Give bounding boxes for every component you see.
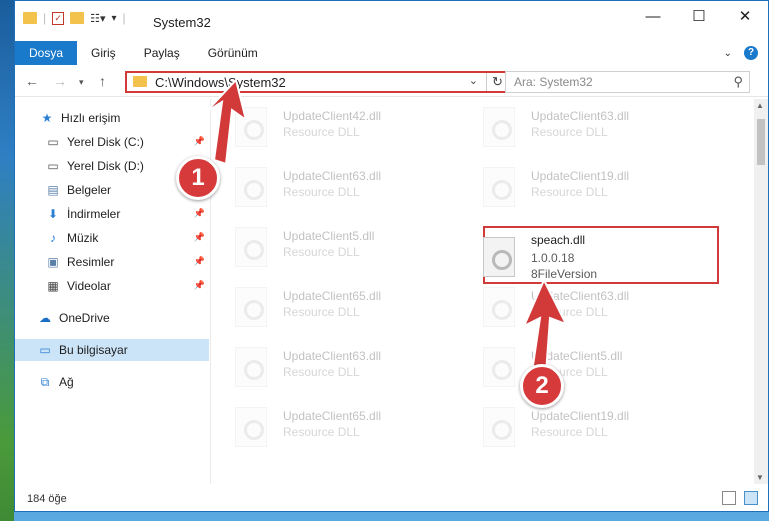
annotation-arrow-1 xyxy=(205,77,569,376)
step-badge-2: 2 xyxy=(520,364,564,408)
step-badge-1: 1 xyxy=(176,156,220,200)
